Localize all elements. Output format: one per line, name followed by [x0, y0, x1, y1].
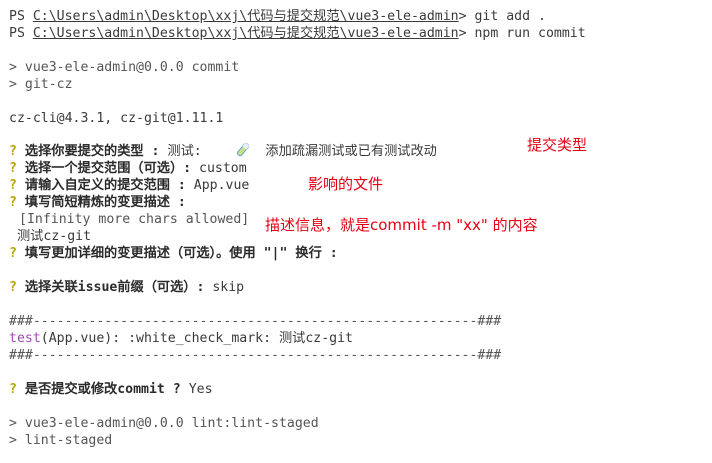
script-info-lint: > vue3-ele-admin@0.0.0 lint:lint-staged — [9, 416, 319, 431]
question-custom-scope: ? 请输入自定义的提交范围 : App.vue — [9, 177, 249, 194]
prompt-prefix: PS — [9, 26, 33, 41]
command-text: > npm run commit — [458, 26, 586, 41]
question-mark: ? — [9, 161, 17, 176]
question-label: 是否提交或修改commit ? — [24, 382, 181, 397]
question-scope: ? 选择一个提交范围（可选）: custom — [9, 160, 247, 177]
question-label: 请输入自定义的提交范围 : — [24, 178, 186, 193]
answer-value: 测试: — [159, 144, 202, 159]
question-label: 选择关联issue前缀（可选）: — [24, 280, 205, 295]
prompt-prefix: PS — [9, 9, 33, 24]
subject-value: 测试cz-git — [17, 229, 92, 244]
question-mark: ? — [9, 246, 17, 261]
command-line-npm-commit: PS C:\Users\admin\Desktop\xxj\代码与提交规范\vu… — [9, 25, 586, 42]
command-text: > git add . — [458, 9, 546, 24]
question-label: 选择你要提交的类型 : — [24, 144, 160, 159]
script-info-git-cz: > git-cz — [9, 77, 73, 92]
terminal-output[interactable]: PS C:\Users\admin\Desktop\xxj\代码与提交规范\vu… — [0, 0, 712, 463]
answer-value: App.vue — [185, 178, 250, 193]
annotation-scope: 影响的文件 — [308, 175, 384, 193]
version-info: cz-cli@4.3.1, cz-git@1.11.1 — [9, 111, 224, 126]
working-directory-path: C:\Users\admin\Desktop\xxj\代码与提交规范\vue3-… — [32, 26, 459, 41]
annotation-subject: 描述信息，就是commit -m "xx" 的内容 — [265, 216, 538, 234]
question-mark: ? — [9, 144, 17, 159]
divider-top: ###-------------------------------------… — [9, 314, 502, 329]
question-mark: ? — [9, 382, 17, 397]
question-commit-type: ? 选择你要提交的类型 : 测试: 添加疏漏测试或已有测试改动 — [9, 142, 437, 160]
script-info-commit: > vue3-ele-admin@0.0.0 commit — [9, 60, 240, 75]
commit-message-preview: test(App.vue): :white_check_mark: 测试cz-g… — [9, 330, 353, 347]
question-label: 选择一个提交范围（可选）: — [24, 161, 192, 176]
working-directory-path: C:\Users\admin\Desktop\xxj\代码与提交规范\vue3-… — [32, 9, 459, 24]
commit-message-rest: (App.vue): :white_check_mark: 测试cz-git — [40, 331, 353, 346]
commit-type-keyword: test — [9, 331, 41, 346]
script-info-lint-staged: > lint-staged — [9, 433, 113, 448]
test-tube-icon — [234, 142, 250, 157]
divider-bottom: ###-------------------------------------… — [9, 348, 502, 363]
annotation-commit-type: 提交类型 — [527, 136, 588, 154]
command-line-git-add: PS C:\Users\admin\Desktop\xxj\代码与提交规范\vu… — [9, 8, 546, 25]
question-issue-prefix: ? 选择关联issue前缀（可选）: skip — [9, 279, 244, 296]
answer-value: custom — [191, 161, 247, 176]
question-subject: ? 填写简短精炼的变更描述 : — [9, 194, 186, 211]
type-description: 添加疏漏测试或已有测试改动 — [265, 144, 437, 159]
question-mark: ? — [9, 195, 17, 210]
question-mark: ? — [9, 280, 17, 295]
answer-value: Yes — [180, 382, 213, 397]
question-body: ? 填写更加详细的变更描述（可选）。使用 "|" 换行 : — [9, 245, 338, 262]
answer-value: skip — [204, 280, 245, 295]
question-label: 填写更加详细的变更描述（可选）。使用 "|" 换行 : — [24, 246, 338, 261]
question-confirm: ? 是否提交或修改commit ? Yes — [9, 381, 213, 398]
question-mark: ? — [9, 178, 17, 193]
question-label: 填写简短精炼的变更描述 : — [24, 195, 186, 210]
subject-hint: [Infinity more chars allowed] — [19, 212, 250, 227]
